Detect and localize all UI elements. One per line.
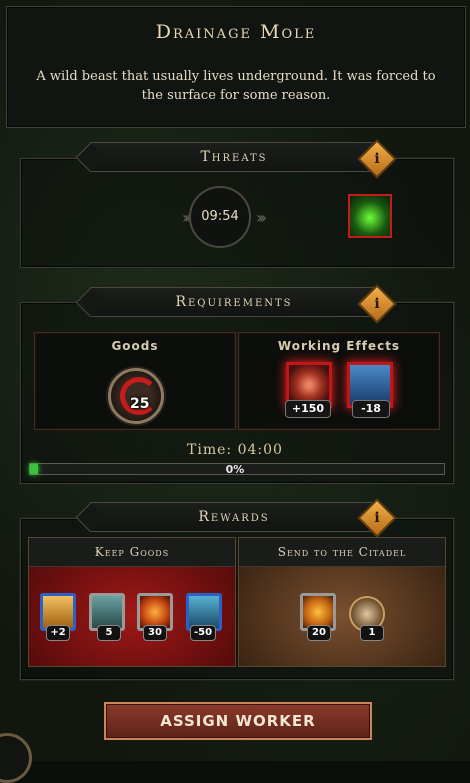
- keep-goods-label: Keep Goods: [29, 538, 235, 567]
- working-effects-panel: Working Effects: [238, 332, 440, 430]
- progress-percent: 0%: [225, 463, 245, 476]
- reward-value-badge: -50: [190, 625, 217, 641]
- info-icon: i: [374, 151, 380, 167]
- reward-value-badge: 1: [360, 625, 384, 641]
- info-icon: i: [374, 296, 380, 312]
- green-plague-icon[interactable]: [348, 194, 392, 238]
- reward-value-badge: +2: [46, 625, 70, 641]
- threat-timer: 09:54: [189, 186, 251, 248]
- send-to-citadel-panel: Send to the Citadel: [238, 537, 446, 667]
- page-title: Drainage Mole: [155, 21, 317, 43]
- reward-value-badge: 20: [307, 625, 331, 641]
- header-panel: Drainage Mole A wild beast that usually …: [6, 6, 466, 128]
- goods-amount: 25: [130, 396, 150, 412]
- rewards-banner: Rewards: [90, 502, 378, 532]
- goods-label: Goods: [111, 339, 159, 353]
- rewards-label: Rewards: [198, 509, 270, 525]
- reward-value-badge: 5: [97, 625, 121, 641]
- assign-worker-label: ASSIGN WORKER: [160, 712, 316, 730]
- requirements-banner: Requirements: [90, 287, 378, 317]
- requirements-label: Requirements: [175, 294, 293, 310]
- info-icon: i: [374, 510, 380, 526]
- work-time: Time: 04:00: [187, 442, 283, 458]
- threat-timer-text: 09:54: [201, 209, 239, 224]
- working-effects-label: Working Effects: [277, 339, 401, 353]
- send-to-citadel-label: Send to the Citadel: [239, 538, 445, 567]
- effect-value-badge: -18: [352, 400, 390, 418]
- description-text: A wild beast that usually lives undergro…: [36, 69, 436, 103]
- threats-banner: Threats: [90, 142, 378, 172]
- assign-worker-button[interactable]: ASSIGN WORKER: [104, 702, 372, 740]
- chevron-right-icon: ›››: [256, 208, 267, 227]
- threats-label: Threats: [200, 149, 268, 165]
- reward-value-badge: 30: [143, 625, 167, 641]
- effect-value-badge: +150: [285, 400, 331, 418]
